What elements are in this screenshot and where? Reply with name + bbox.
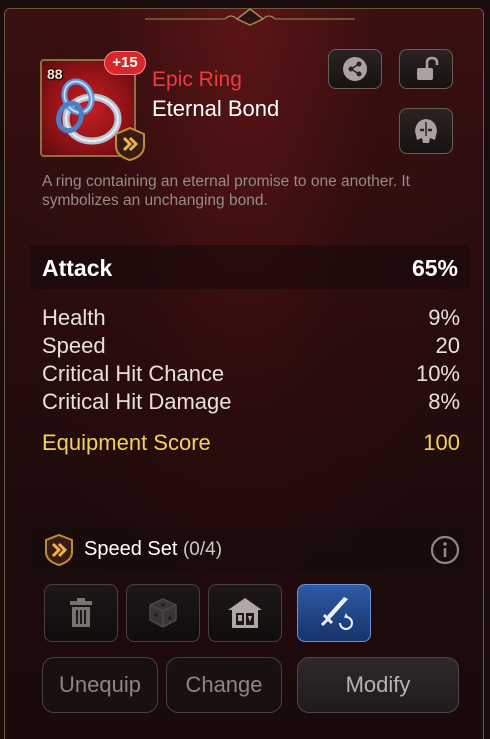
reforge-button[interactable] — [297, 584, 371, 642]
share-button[interactable] — [328, 49, 382, 89]
delete-button[interactable] — [44, 584, 118, 642]
equipment-score-row: Equipment Score 100 — [42, 430, 460, 458]
stat-value: 9% — [428, 305, 460, 330]
speed-set-icon — [45, 533, 73, 567]
sword-icon — [320, 597, 353, 630]
stat-value: 20 — [435, 333, 460, 358]
stat-value: 8% — [428, 389, 460, 414]
score-value: 100 — [423, 430, 460, 455]
item-name: Eternal Bond — [152, 96, 280, 121]
top-ornament — [145, 8, 355, 26]
item-description: A ring containing an eternal promise to … — [42, 173, 410, 209]
stat-value: 10% — [415, 361, 460, 386]
main-stat-label: Attack — [42, 255, 113, 281]
stat-row-speed: Speed 20 — [42, 333, 460, 361]
unlock-icon — [417, 56, 439, 80]
stat-label: Critical Hit Chance — [42, 361, 225, 386]
randomize-button[interactable] — [126, 584, 200, 642]
modify-button[interactable]: Modify — [297, 657, 459, 713]
stat-row-crit-chance: Critical Hit Chance 10% — [42, 361, 460, 389]
equipped-hero-button[interactable] — [399, 108, 453, 154]
shop-icon — [228, 598, 262, 628]
main-stat-row: Attack 65% — [30, 245, 470, 289]
unequip-button[interactable]: Unequip — [42, 657, 158, 713]
set-name-text: Speed Set — [84, 538, 178, 560]
stat-label: Critical Hit Damage — [42, 389, 232, 414]
set-count: (0/4) — [182, 539, 223, 560]
helmet-icon — [415, 119, 437, 143]
share-icon — [343, 57, 367, 81]
lock-button[interactable] — [399, 49, 453, 89]
stat-row-crit-damage: Critical Hit Damage 8% — [42, 389, 460, 417]
stat-row-health: Health 9% — [42, 305, 460, 333]
enhance-badge: +15 — [104, 51, 146, 75]
trash-icon — [70, 598, 92, 627]
score-label: Equipment Score — [42, 430, 211, 455]
main-stat-value: 65% — [411, 255, 458, 281]
dice-icon — [149, 598, 177, 628]
info-icon[interactable] — [430, 535, 460, 565]
speed-set-icon — [115, 126, 145, 162]
shop-button[interactable] — [208, 584, 282, 642]
set-name: Speed Set (0/4) — [84, 538, 222, 561]
set-bonus-row: Speed Set (0/4) — [30, 527, 470, 573]
stat-label: Speed — [42, 333, 106, 358]
change-button[interactable]: Change — [166, 657, 282, 713]
item-rarity: Epic Ring — [152, 68, 242, 91]
stat-label: Health — [42, 305, 106, 330]
